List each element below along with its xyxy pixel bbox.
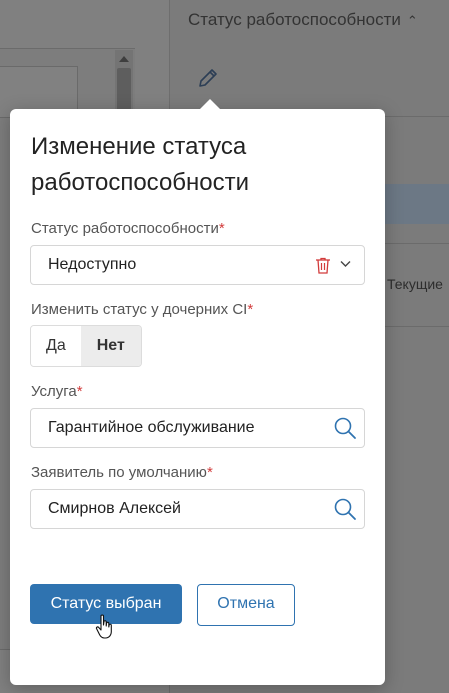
status-label: Статус работоспособности*: [31, 220, 225, 237]
child-status-toggle: Да Нет: [30, 325, 142, 367]
current-column-label: Текущие: [387, 276, 443, 292]
required-mark: *: [218, 220, 225, 237]
cancel-button[interactable]: Отмена: [197, 584, 295, 626]
applicant-value: Смирнов Алексей: [48, 500, 181, 517]
dialog-title: Изменение статуса работоспособности: [31, 133, 250, 196]
status-select[interactable]: Недоступно: [30, 245, 365, 285]
toggle-option-no[interactable]: Нет: [80, 326, 141, 366]
required-mark: *: [76, 383, 83, 400]
pencil-icon: [199, 69, 217, 87]
chevron-up-icon: ⌃: [406, 13, 418, 28]
required-mark: *: [206, 464, 213, 481]
toggle-option-yes[interactable]: Да: [31, 326, 81, 366]
change-status-dialog: Изменение статуса работоспособности Стат…: [10, 99, 385, 685]
child-status-label: Изменить статус у дочерних CI*: [31, 301, 254, 318]
scroll-up-arrow-icon: [119, 56, 129, 62]
required-mark: *: [247, 301, 254, 318]
service-field[interactable]: Гарантийное обслуживание: [30, 408, 365, 448]
status-value: Недоступно: [48, 256, 137, 273]
service-label: Услуга*: [31, 383, 83, 400]
applicant-label: Заявитель по умолчанию*: [31, 464, 213, 481]
search-icon[interactable]: [333, 497, 357, 521]
trash-icon[interactable]: [315, 257, 331, 274]
hand-cursor-icon: [95, 614, 112, 639]
chevron-down-icon[interactable]: [340, 260, 351, 268]
right-panel-header: Статус работоспособности ⌃: [188, 10, 418, 30]
service-value: Гарантийное обслуживание: [48, 419, 255, 436]
applicant-field[interactable]: Смирнов Алексей: [30, 489, 365, 529]
popover-arrow: [200, 99, 220, 109]
right-panel-title: Статус работоспособности: [188, 10, 401, 29]
search-icon[interactable]: [333, 416, 357, 440]
